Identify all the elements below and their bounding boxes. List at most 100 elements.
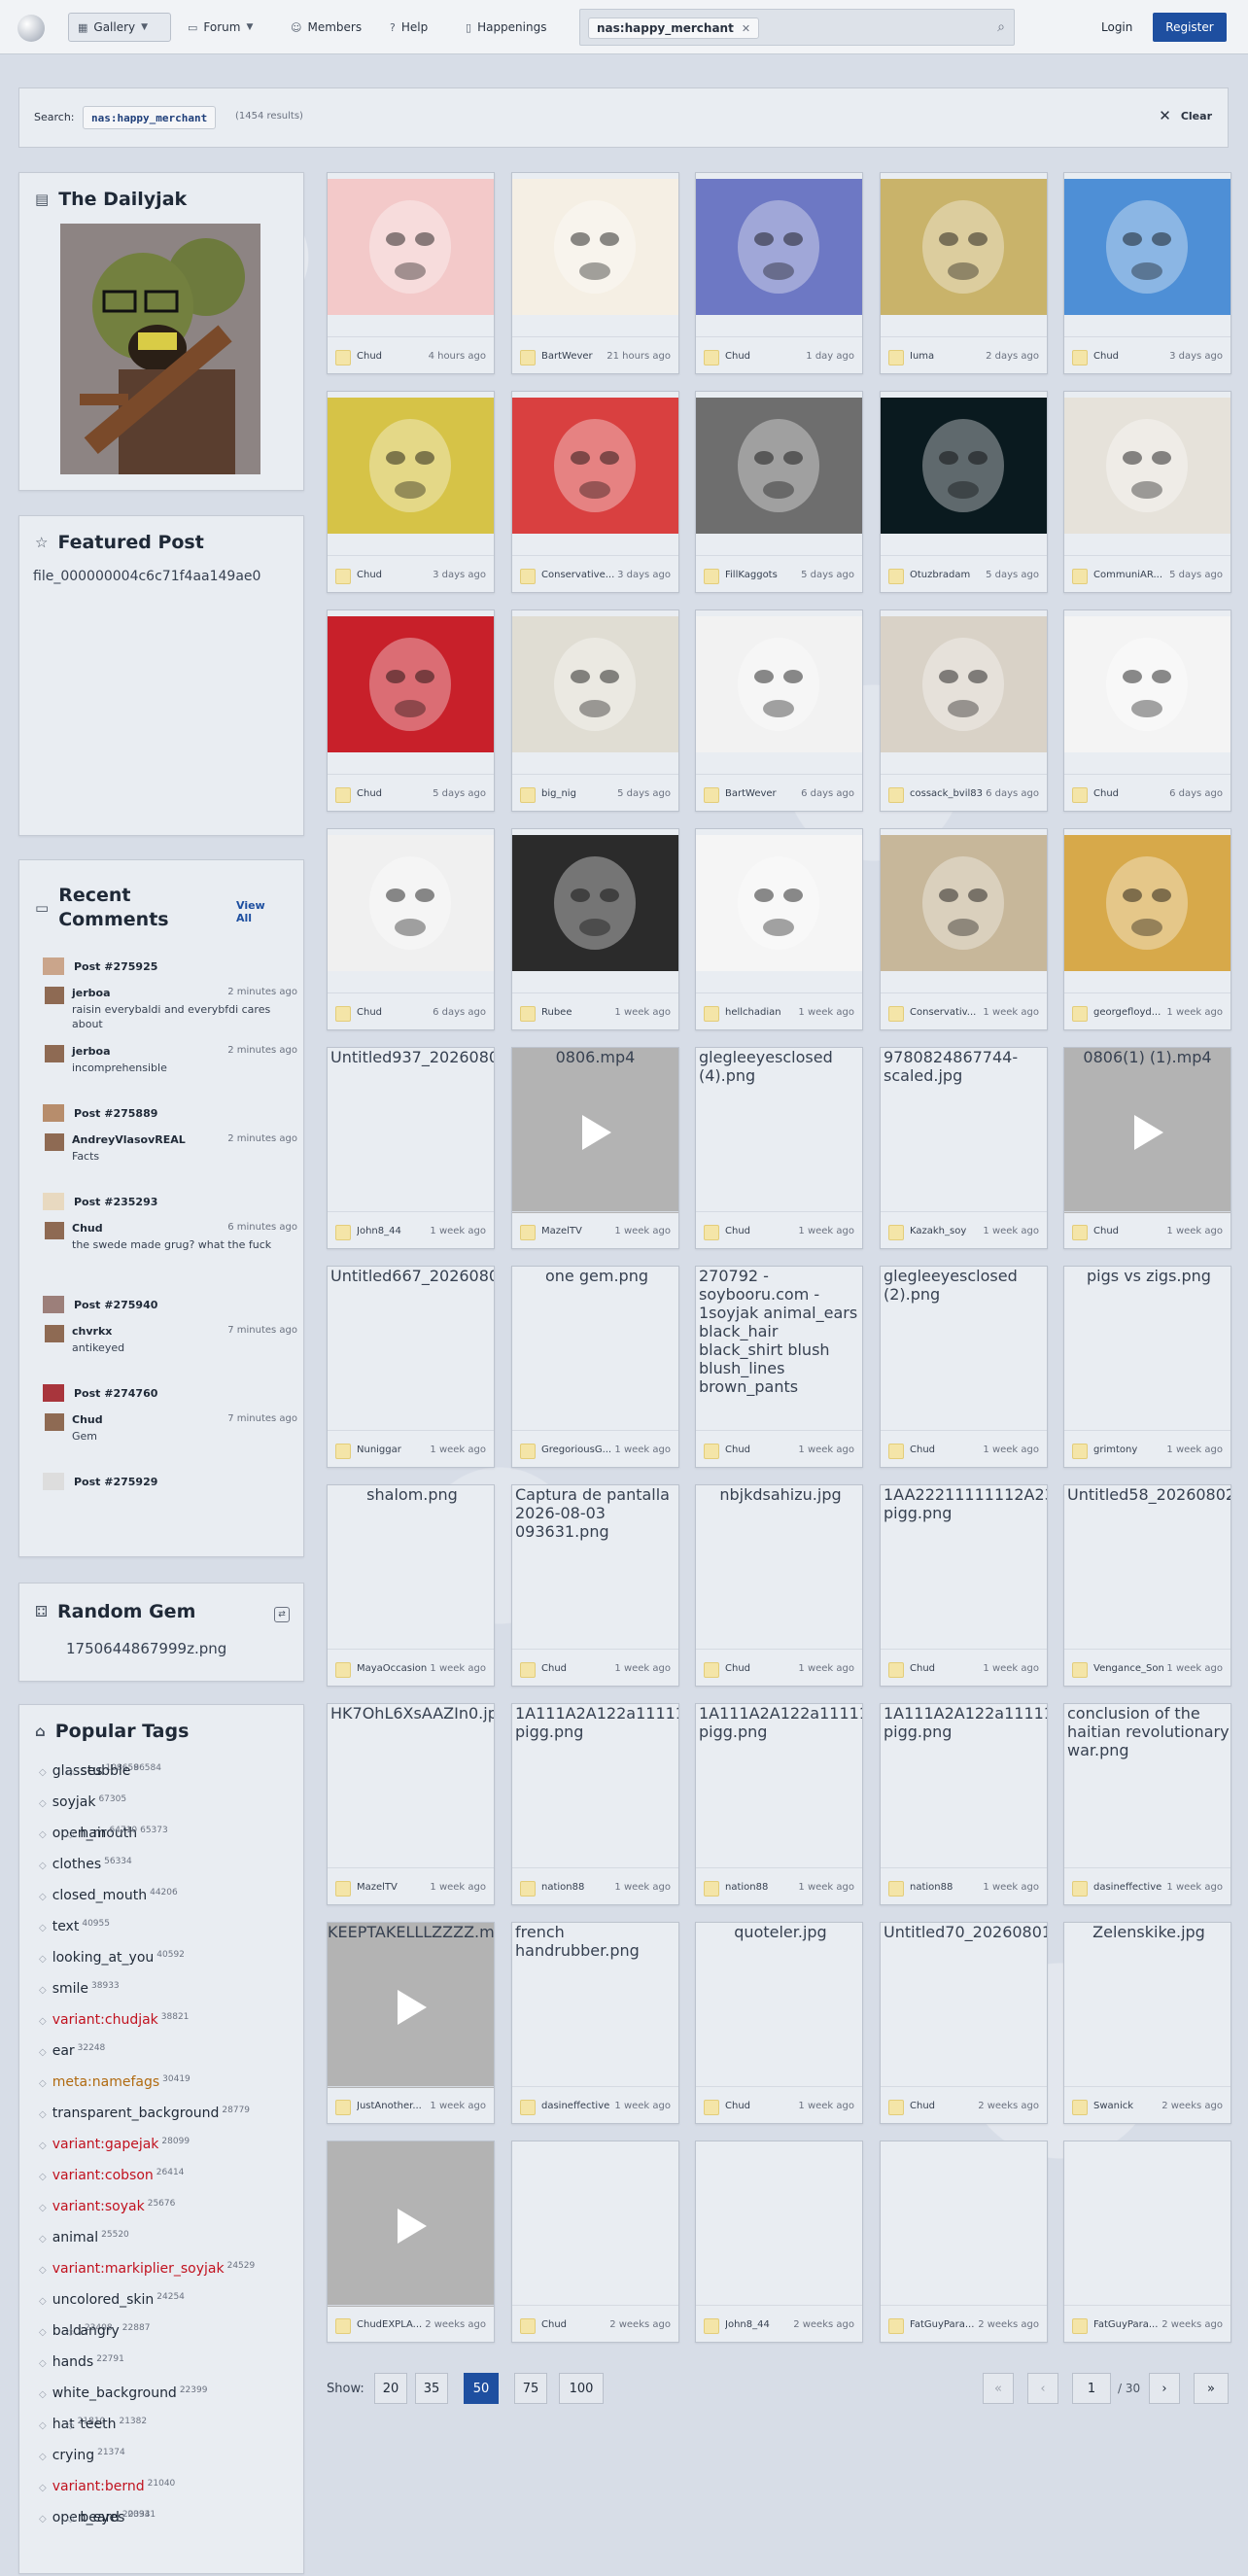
post-thumbnail[interactable] bbox=[328, 616, 494, 782]
post-author[interactable]: Chud bbox=[910, 1445, 988, 1455]
post-card[interactable]: Chud 2 weeks ago bbox=[511, 2141, 679, 2343]
post-author[interactable]: FillKaggots bbox=[725, 570, 803, 580]
view-all-link[interactable]: View All bbox=[236, 899, 269, 924]
post-thumbnail[interactable] bbox=[512, 616, 678, 782]
post-thumbnail[interactable]: glegleeyesclosed (4).png bbox=[696, 1048, 862, 1213]
post-card[interactable]: french handrubber.png dasineffective 1 wee… bbox=[511, 1922, 679, 2124]
post-author[interactable]: JustAnother... bbox=[357, 2101, 434, 2111]
post-thumbnail[interactable] bbox=[881, 835, 1047, 1000]
tag-link[interactable]: ◇ variant: markiplier_soyjak 24529 bbox=[39, 2261, 255, 2277]
post-author[interactable]: Swanick bbox=[1093, 2101, 1171, 2111]
post-card[interactable]: Chud 5 days ago bbox=[327, 609, 495, 812]
comment-post-link[interactable]: Post #275925 bbox=[43, 957, 157, 975]
tag-link[interactable]: ◇ variant: bernd 21040 bbox=[39, 2479, 175, 2494]
post-thumbnail[interactable] bbox=[696, 179, 862, 344]
comment-username[interactable]: Chud bbox=[72, 1222, 103, 1235]
comment-post-link[interactable]: Post #235293 bbox=[43, 1193, 157, 1210]
page-size-35-button[interactable]: 35 bbox=[415, 2373, 448, 2404]
post-card[interactable]: BartWever 21 hours ago bbox=[511, 172, 679, 374]
members-link[interactable]: ☺ Members bbox=[282, 13, 370, 42]
comment-post-link[interactable]: Post #275940 bbox=[43, 1296, 157, 1313]
tag-link[interactable]: ◇ variant: cobson 26414 bbox=[39, 2168, 184, 2183]
post-card[interactable]: FatGuyPara... 2 weeks ago bbox=[880, 2141, 1048, 2343]
post-thumbnail[interactable] bbox=[881, 398, 1047, 563]
tag-link[interactable]: ◇ smile 38933 bbox=[39, 1981, 120, 1997]
tag-link[interactable]: ◇ teeth 21382 bbox=[67, 2417, 147, 2432]
post-card[interactable]: Conservative... 3 days ago bbox=[511, 391, 679, 593]
post-thumbnail[interactable]: glegleeyesclosed (2).png bbox=[881, 1267, 1047, 1432]
tag-link[interactable]: ◇ angry 22887 bbox=[67, 2323, 151, 2339]
post-card[interactable]: Untitled58_20260802 Vengance_Son 1 week ag… bbox=[1063, 1484, 1231, 1687]
post-card[interactable]: one gem.png GregoriousG... 1 week ago bbox=[511, 1266, 679, 1468]
post-author[interactable]: nation88 bbox=[725, 1882, 803, 1893]
post-thumbnail[interactable] bbox=[1064, 398, 1231, 563]
post-card[interactable]: FillKaggots 5 days ago bbox=[695, 391, 863, 593]
post-author[interactable]: Chud bbox=[1093, 788, 1171, 799]
gallery-menu-button[interactable]: ▦ Gallery ▼ bbox=[68, 13, 171, 42]
post-card[interactable]: BartWever 6 days ago bbox=[695, 609, 863, 812]
clear-search-button[interactable]: ✕ Clear bbox=[1159, 107, 1212, 124]
post-author[interactable]: hellchadian bbox=[725, 1007, 803, 1018]
tag-link[interactable]: ◇ hair 64710 bbox=[67, 1826, 137, 1841]
post-thumbnail[interactable] bbox=[1064, 2141, 1231, 2307]
comment-username[interactable]: jerboa bbox=[72, 1045, 111, 1058]
post-thumbnail[interactable]: shalom.png bbox=[328, 1485, 494, 1651]
post-author[interactable]: Chud bbox=[357, 351, 434, 362]
post-card[interactable]: Iuma 2 days ago bbox=[880, 172, 1048, 374]
post-author[interactable]: Chud bbox=[725, 1663, 803, 1674]
post-card[interactable]: 9780824867744-scaled.jpg Kazakh_soy 1 week… bbox=[880, 1047, 1048, 1249]
post-thumbnail[interactable]: Untitled937_20260802 bbox=[328, 1048, 494, 1213]
post-card[interactable]: FatGuyPara... 2 weeks ago bbox=[1063, 2141, 1231, 2343]
first-page-button[interactable]: « bbox=[983, 2373, 1014, 2404]
tag-link[interactable]: ◇ transparent_background 28779 bbox=[39, 2106, 250, 2121]
post-author[interactable]: GregoriousG... bbox=[541, 1445, 619, 1455]
post-author[interactable]: nation88 bbox=[541, 1882, 619, 1893]
post-card[interactable]: pigs vs zigs.png grimtony 1 week ago bbox=[1063, 1266, 1231, 1468]
post-thumbnail[interactable]: Untitled667_20260802 bbox=[328, 1267, 494, 1432]
post-card[interactable]: conclusion of the haitian revolutionary … bbox=[1063, 1703, 1231, 1905]
post-thumbnail[interactable] bbox=[512, 835, 678, 1000]
post-thumbnail[interactable] bbox=[696, 616, 862, 782]
post-author[interactable]: Chud bbox=[541, 2319, 619, 2330]
video-thumbnail[interactable]: KEEPTAKELLLZZZZ.mp4 bbox=[328, 1923, 494, 2088]
post-thumbnail[interactable] bbox=[328, 835, 494, 1000]
tag-link[interactable]: ◇ animal 25520 bbox=[39, 2230, 129, 2245]
post-author[interactable]: Chud bbox=[725, 1445, 803, 1455]
post-thumbnail[interactable]: Untitled70_20260801 bbox=[881, 1923, 1047, 2088]
comment-item[interactable]: jerboa 2 minutes ago raisin everybaldi and… bbox=[45, 987, 297, 1033]
post-author[interactable]: Chud bbox=[725, 351, 803, 362]
tag-link[interactable]: ◇ uncolored_skin 24254 bbox=[39, 2292, 185, 2308]
post-card[interactable]: Conservativ... 1 week ago bbox=[880, 828, 1048, 1030]
post-thumbnail[interactable] bbox=[1064, 616, 1231, 782]
post-card[interactable]: Chud 6 days ago bbox=[327, 828, 495, 1030]
comment-username[interactable]: chvrkx bbox=[72, 1325, 112, 1338]
post-card[interactable]: 1A111A2A122a11111 pigg.png nation88 1 week… bbox=[511, 1703, 679, 1905]
forum-menu-button[interactable]: ▭ Forum ▼ bbox=[179, 13, 261, 42]
prev-page-button[interactable]: ‹ bbox=[1027, 2373, 1058, 2404]
post-author[interactable]: Chud bbox=[357, 788, 434, 799]
tag-link[interactable]: ◇ variant: chudjak 38821 bbox=[39, 2012, 189, 2028]
post-card[interactable]: KEEPTAKELLLZZZZ.mp4 JustAnother...1 week … bbox=[327, 1922, 495, 2124]
register-button[interactable]: Register bbox=[1153, 13, 1227, 42]
post-author[interactable]: Rubee bbox=[541, 1007, 619, 1018]
post-thumbnail[interactable] bbox=[696, 398, 862, 563]
post-card[interactable]: Chud 4 hours ago bbox=[327, 172, 495, 374]
post-author[interactable]: BartWever bbox=[725, 788, 803, 799]
video-thumbnail[interactable]: 0806.mp4 bbox=[512, 1048, 678, 1213]
post-author[interactable]: Chud bbox=[1093, 351, 1171, 362]
tag-link[interactable]: ◇ beard 20334 bbox=[67, 2510, 151, 2525]
page-size-100-button[interactable]: 100 bbox=[559, 2373, 604, 2404]
happenings-link[interactable]: ▯ Happenings bbox=[457, 13, 555, 42]
comment-post-link[interactable]: Post #275929 bbox=[43, 1473, 157, 1490]
post-thumbnail[interactable]: 270792 - soybooru.com - 1soyjak animal_e… bbox=[696, 1267, 862, 1432]
search-tag-chip[interactable]: nas:happy_merchant ✕ bbox=[588, 17, 760, 39]
post-card[interactable]: Untitled667_20260802 Nuniggar 1 week ago bbox=[327, 1266, 495, 1468]
comment-item[interactable]: Chud 6 minutes ago the swede made grug? wh… bbox=[45, 1222, 297, 1269]
remove-tag-icon[interactable]: ✕ bbox=[742, 22, 750, 35]
search-input[interactable]: nas:happy_merchant ✕ ⌕ bbox=[579, 9, 1015, 46]
video-thumbnail[interactable] bbox=[328, 2141, 494, 2307]
post-card[interactable]: nbjkdsahizu.jpg Chud 1 week ago bbox=[695, 1484, 863, 1687]
post-author[interactable]: MazelTV bbox=[357, 1882, 434, 1893]
comment-post-link[interactable]: Post #275889 bbox=[43, 1104, 157, 1122]
post-thumbnail[interactable]: 1A111A2A122a11111 pigg.png bbox=[881, 1704, 1047, 1869]
